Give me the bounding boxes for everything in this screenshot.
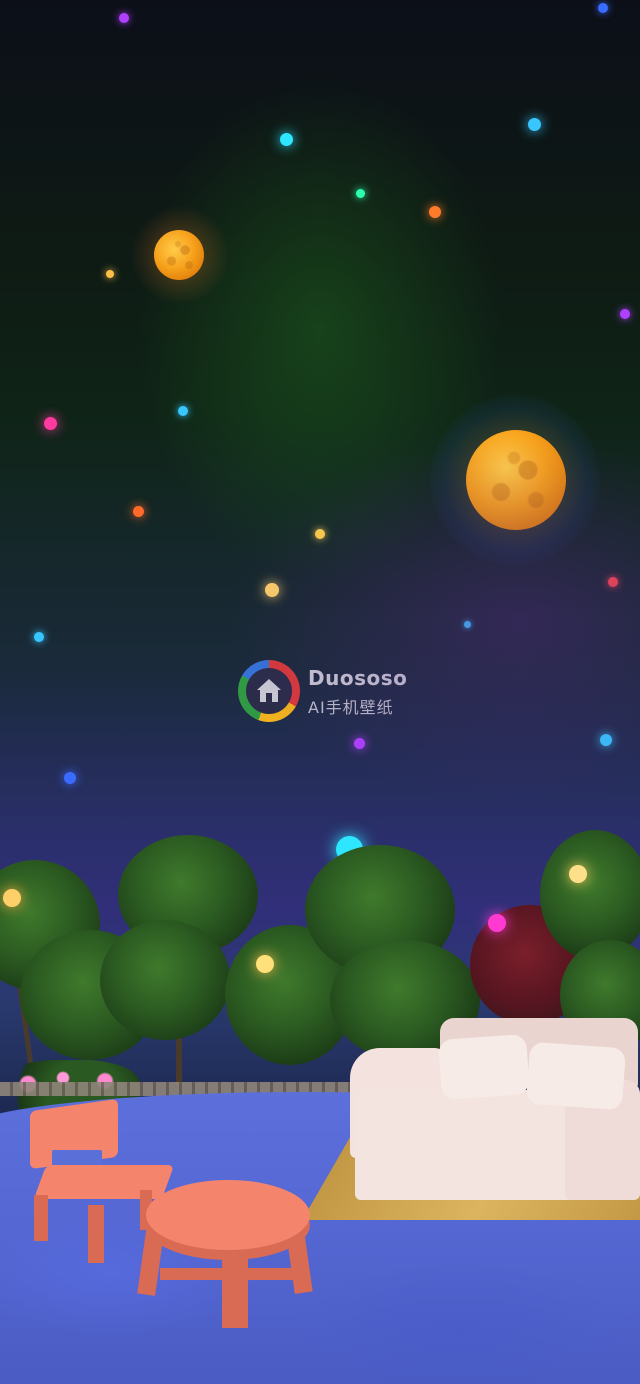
watermark-tagline: AI手机壁纸 [308, 698, 394, 717]
orb-pink [44, 417, 57, 430]
orb-blue [464, 621, 471, 628]
chair-seat [33, 1165, 175, 1199]
watermark: Duososo AI手机壁纸 [238, 660, 418, 722]
orb-blue [34, 632, 44, 642]
orb-blue [598, 3, 608, 13]
tree [100, 920, 230, 1040]
cushion [438, 1034, 530, 1100]
orb-yellow [315, 529, 325, 539]
moon-small [154, 230, 204, 280]
sofa-base [355, 1090, 585, 1200]
orb-yellow [265, 583, 279, 597]
orb-yellow [106, 270, 114, 278]
orb-orange [133, 506, 144, 517]
wallpaper-scene: Duososo AI手机壁纸 [0, 0, 640, 1384]
orb-blue [178, 406, 188, 416]
chair-leg [34, 1195, 48, 1241]
orb-purple [119, 13, 129, 23]
orb-green [356, 189, 365, 198]
lantern [3, 889, 21, 907]
chair-leg [88, 1205, 104, 1263]
lantern [256, 955, 274, 973]
lantern [569, 865, 587, 883]
cushion [525, 1041, 627, 1111]
tree [540, 830, 640, 960]
orb-purple [354, 738, 365, 749]
orb-red [608, 577, 618, 587]
watermark-brand: Duososo [308, 666, 408, 690]
table-top [146, 1180, 310, 1250]
table-leg [222, 1240, 248, 1328]
table-stretcher [160, 1268, 300, 1280]
logo [238, 660, 300, 722]
orb-cyan [528, 118, 541, 131]
house-icon [257, 679, 281, 702]
orb-cyan [280, 133, 293, 146]
orb-blue [64, 772, 76, 784]
orb-purple [620, 309, 630, 319]
orb-blue [600, 734, 612, 746]
orb-orange [429, 206, 441, 218]
moon-large [466, 430, 566, 530]
lantern-pink [488, 914, 506, 932]
